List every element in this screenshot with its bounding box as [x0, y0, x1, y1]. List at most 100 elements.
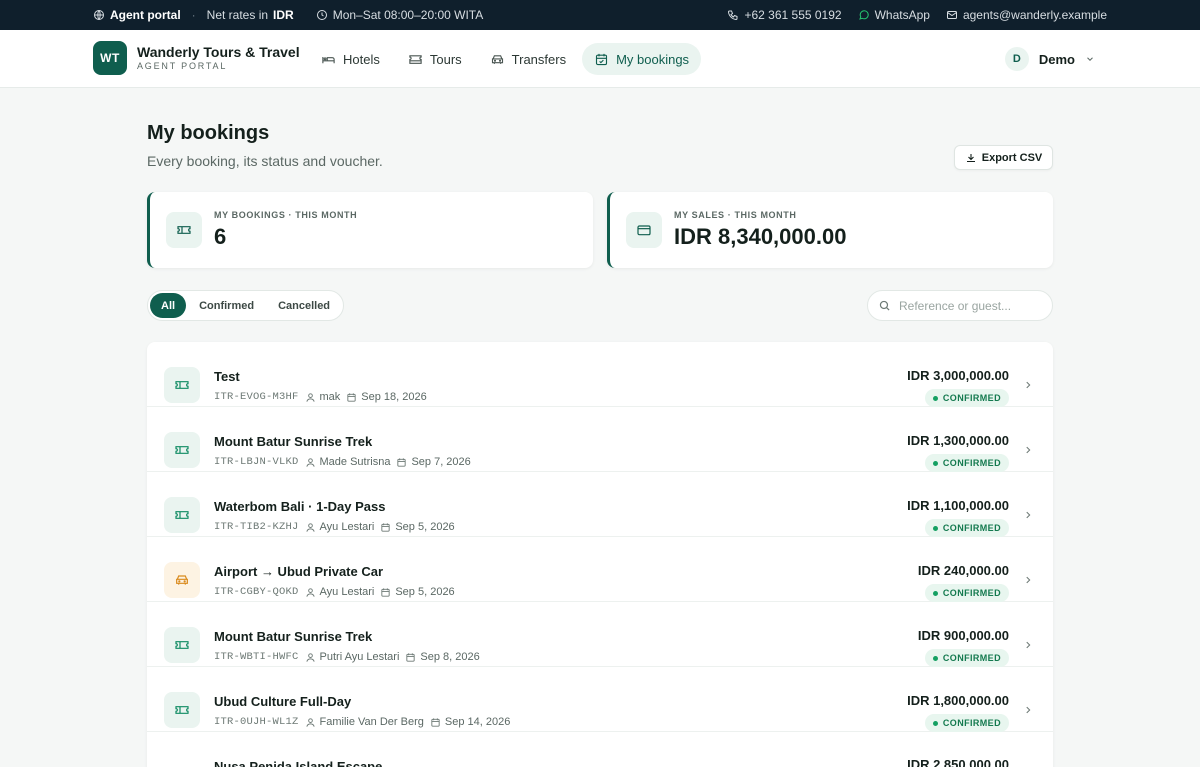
status-badge: CONFIRMED	[924, 389, 1009, 407]
stat-sales-value: IDR 8,340,000.00	[674, 224, 847, 249]
download-icon	[966, 153, 975, 162]
user-icon	[305, 522, 315, 532]
booking-meta: ITR-CGBY-QOKD Ayu Lestari Sep 5, 2026	[214, 586, 455, 598]
booking-guest: Ayu Lestari	[305, 586, 374, 598]
nav-hotels[interactable]: Hotels	[309, 43, 392, 75]
guest-name: Putri Ayu Lestari	[319, 651, 400, 663]
user-icon	[305, 652, 315, 662]
booking-title: Nusa Penida Island Escape	[214, 759, 383, 767]
booking-date: Sep 7, 2026	[396, 456, 471, 468]
booking-guest: Putri Ayu Lestari	[305, 651, 400, 663]
business-hours: Mon–Sat 08:00–20:00 WITA	[316, 8, 483, 22]
calendar-icon	[381, 587, 390, 597]
status-badge: CONFIRMED	[924, 519, 1009, 537]
stat-card-sales: MY SALES · THIS MONTH IDR 8,340,000.00	[607, 192, 1053, 268]
booking-reference: ITR-WBTI-HWFC	[214, 651, 299, 663]
user-menu[interactable]: D Demo	[1004, 47, 1095, 71]
export-csv-button[interactable]: Export CSV	[954, 145, 1053, 170]
nav-tours-label: Tours	[429, 51, 462, 67]
chevron-right-icon[interactable]	[1023, 640, 1033, 650]
booking-guest: mak	[305, 391, 340, 403]
stat-bookings-label: MY BOOKINGS · THIS MONTH	[214, 210, 358, 220]
status-text: CONFIRMED	[942, 458, 1001, 468]
search-box	[867, 290, 1053, 321]
phone-icon	[728, 10, 738, 21]
ticket-icon	[177, 226, 191, 234]
booking-meta: ITR-LBJN-VLKD Made Sutrisna Sep 7, 2026	[214, 456, 471, 468]
status-dot	[932, 590, 938, 596]
email-link[interactable]: agents@wanderly.example	[946, 8, 1107, 22]
main-nav: Hotels Tours Transfers My bookings	[309, 43, 702, 75]
filter-cancelled[interactable]: Cancelled	[267, 293, 341, 318]
chevron-right-icon[interactable]	[1023, 510, 1033, 520]
chevron-right-icon[interactable]	[1023, 575, 1033, 585]
search-icon	[879, 300, 890, 311]
stat-bookings-icon-wrap	[166, 212, 202, 248]
status-badge: CONFIRMED	[924, 714, 1009, 732]
booking-guest: Ayu Lestari	[305, 521, 374, 533]
booking-type-icon-wrap	[164, 692, 200, 728]
status-badge: CONFIRMED	[924, 454, 1009, 472]
nav-transfers[interactable]: Transfers	[478, 43, 578, 75]
booking-type-icon-wrap	[164, 562, 200, 598]
status-text: CONFIRMED	[942, 653, 1001, 663]
booking-row[interactable]: Waterbom Bali · 1-Day Pass ITR-TIB2-KZHJ…	[147, 472, 1053, 537]
portal-indicator: Agent portal	[93, 8, 181, 22]
date-text: Sep 14, 2026	[444, 716, 511, 728]
phone-link[interactable]: +62 361 555 0192	[727, 8, 842, 22]
status-dot	[932, 460, 938, 466]
bookings-list: Test ITR-EVOG-M3HF mak Sep 18, 2026 IDR …	[147, 342, 1053, 767]
booking-amount: IDR 900,000.00	[917, 628, 1009, 643]
booking-title: Airport → Ubud Private Car	[214, 564, 384, 579]
ticket-icon	[175, 446, 189, 454]
brand-subtitle: AGENT PORTAL	[137, 61, 228, 71]
ticket-icon	[409, 54, 422, 64]
nav-tours[interactable]: Tours	[396, 43, 474, 75]
status-dot	[932, 525, 938, 531]
date-text: Sep 18, 2026	[361, 391, 427, 403]
filter-confirmed[interactable]: Confirmed	[188, 293, 265, 318]
nav-my-bookings[interactable]: My bookings	[582, 43, 702, 75]
booking-meta: ITR-0UJH-WL1Z Familie Van Der Berg Sep 1…	[214, 716, 510, 728]
status-badge: CONFIRMED	[924, 584, 1009, 602]
car-icon	[176, 575, 188, 585]
booking-row[interactable]: Mount Batur Sunrise Trek ITR-LBJN-VLKD M…	[147, 407, 1053, 472]
booking-title: Ubud Culture Full-Day	[214, 694, 352, 709]
nav-my-bookings-label: My bookings	[616, 51, 690, 67]
booking-amount: IDR 3,000,000.00	[907, 368, 1009, 383]
booking-reference: ITR-EVOG-M3HF	[214, 391, 299, 403]
user-name: Demo	[1038, 51, 1075, 67]
chevron-right-icon[interactable]	[1023, 445, 1033, 455]
user-icon	[305, 392, 315, 402]
stat-bookings-value: 6	[214, 224, 227, 249]
chevron-right-icon[interactable]	[1023, 380, 1033, 390]
filter-all[interactable]: All	[150, 293, 187, 318]
user-icon	[305, 587, 315, 597]
booking-date: Sep 8, 2026	[405, 651, 480, 663]
date-text: Sep 5, 2026	[395, 521, 455, 533]
booking-meta: ITR-TIB2-KZHJ Ayu Lestari Sep 5, 2026	[214, 521, 455, 533]
booking-reference: ITR-0UJH-WL1Z	[214, 716, 299, 728]
guest-name: Made Sutrisna	[319, 456, 391, 468]
booking-row[interactable]: Airport → Ubud Private Car ITR-CGBY-QOKD…	[147, 537, 1053, 602]
booking-amount: IDR 1,300,000.00	[907, 433, 1009, 448]
booking-title: Mount Batur Sunrise Trek	[214, 434, 373, 449]
booking-row[interactable]: Ubud Culture Full-Day ITR-0UJH-WL1Z Fami…	[147, 667, 1053, 732]
stat-sales-icon-wrap	[626, 212, 662, 248]
booking-row[interactable]: Nusa Penida Island Escape IDR 2,850,000.…	[147, 732, 1053, 767]
brand-logo[interactable]: WT	[93, 41, 127, 75]
booking-row[interactable]: Mount Batur Sunrise Trek ITR-WBTI-HWFC P…	[147, 602, 1053, 667]
chevron-down-icon	[1087, 57, 1093, 61]
booking-meta: ITR-WBTI-HWFC Putri Ayu Lestari Sep 8, 2…	[214, 651, 480, 663]
brand-name[interactable]: Wanderly Tours & Travel	[137, 44, 300, 60]
status-text: CONFIRMED	[942, 718, 1001, 728]
chevron-right-icon[interactable]	[1023, 705, 1033, 715]
page-subtitle: Every booking, its status and voucher.	[147, 153, 383, 169]
whatsapp-link[interactable]: WhatsApp	[858, 8, 930, 22]
mail-icon	[946, 11, 957, 19]
search-input[interactable]	[899, 298, 1039, 313]
bed-icon	[322, 56, 335, 63]
booking-type-icon-wrap	[164, 432, 200, 468]
booking-row[interactable]: Test ITR-EVOG-M3HF mak Sep 18, 2026 IDR …	[147, 342, 1053, 407]
booking-reference: ITR-CGBY-QOKD	[214, 586, 299, 598]
